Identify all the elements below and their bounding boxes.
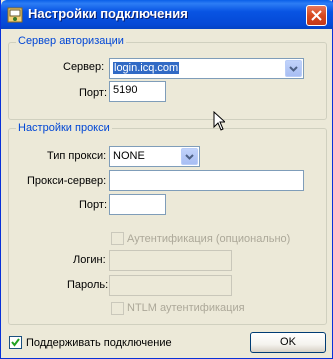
server-dropdown-button[interactable] bbox=[285, 60, 302, 77]
keep-alive-label: Поддерживать подключение bbox=[26, 337, 172, 349]
ntlm-label: NTLM аутентификация bbox=[127, 302, 245, 314]
login-input[interactable] bbox=[109, 250, 232, 271]
server-label: Сервер: bbox=[63, 61, 105, 73]
title-bar[interactable]: Настройки подключения bbox=[1, 0, 333, 29]
port-label: Порт: bbox=[79, 87, 107, 99]
close-icon bbox=[311, 10, 322, 21]
proxy-type-dropdown-button[interactable] bbox=[181, 148, 198, 165]
cursor-icon bbox=[213, 110, 227, 134]
proxy-port-label: Порт: bbox=[79, 199, 107, 211]
ok-button[interactable]: OK bbox=[250, 332, 326, 353]
server-value: login.icq.com bbox=[113, 62, 180, 74]
proxy-settings-legend: Настройки прокси bbox=[16, 122, 112, 134]
dropdown-arrow-icon bbox=[185, 154, 194, 160]
proxy-server-input[interactable] bbox=[109, 170, 304, 191]
login-label: Логин: bbox=[73, 254, 106, 266]
checkmark-icon bbox=[11, 338, 20, 347]
proxy-type-label: Тип прокси: bbox=[47, 150, 107, 162]
port-input[interactable]: 5190 bbox=[109, 81, 166, 102]
app-icon bbox=[7, 7, 23, 23]
proxy-port-input[interactable] bbox=[109, 194, 166, 215]
proxy-server-label: Прокси-сервер: bbox=[27, 175, 107, 187]
ntlm-checkbox[interactable] bbox=[111, 302, 124, 315]
dropdown-arrow-icon bbox=[289, 66, 298, 72]
auth-server-group bbox=[8, 42, 327, 120]
dialog-window: Настройки подключения Сервер авторизации… bbox=[0, 0, 333, 359]
password-input[interactable] bbox=[109, 275, 232, 296]
server-combobox[interactable]: login.icq.com bbox=[109, 58, 304, 79]
close-button[interactable] bbox=[306, 5, 327, 26]
window-title: Настройки подключения bbox=[28, 6, 188, 21]
proxy-type-value: NONE bbox=[113, 150, 145, 162]
proxy-type-combobox[interactable]: NONE bbox=[109, 146, 200, 167]
proxy-auth-checkbox[interactable] bbox=[111, 232, 124, 245]
proxy-auth-label: Аутентификация (опционально) bbox=[127, 233, 291, 245]
auth-server-legend: Сервер авторизации bbox=[16, 35, 126, 47]
keep-alive-checkbox[interactable] bbox=[9, 336, 22, 349]
password-label: Пароль: bbox=[67, 279, 109, 291]
